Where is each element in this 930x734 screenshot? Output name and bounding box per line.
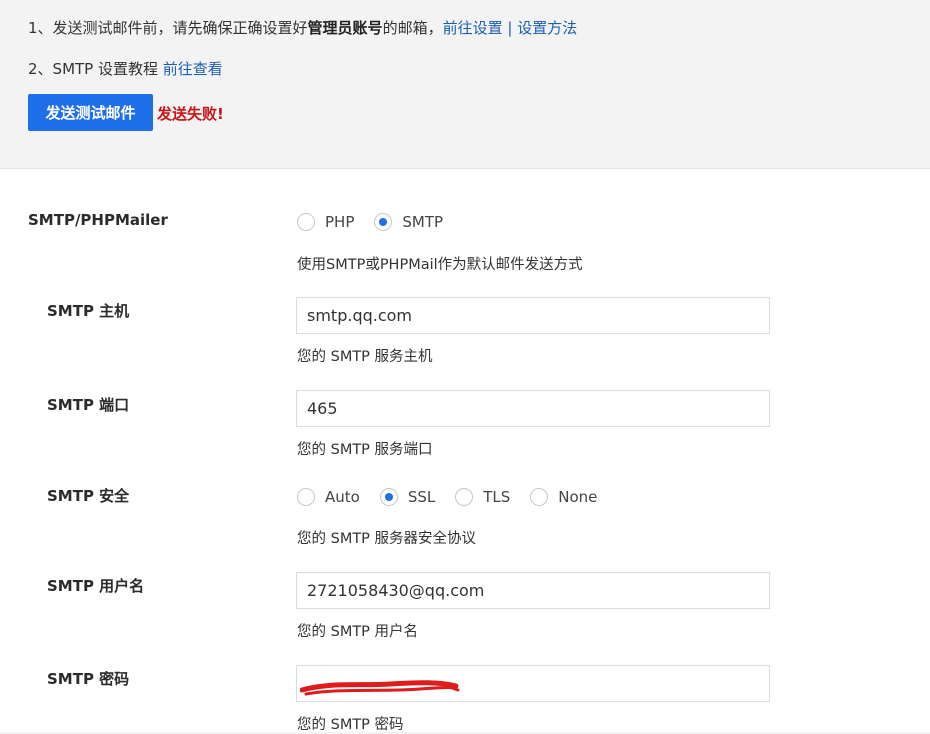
mailer-description: 使用SMTP或PHPMail作为默认邮件发送方式 [297, 257, 583, 273]
username-description: 您的 SMTP 用户名 [297, 624, 419, 640]
radio-none-label: None [558, 488, 598, 506]
radio-smtp-label: SMTP [402, 213, 444, 231]
note-line-1: 1、发送测试邮件前，请先确保正确设置好管理员账号的邮箱，前往设置 | 设置方法 [28, 17, 577, 38]
radio-tls-circle[interactable] [455, 488, 474, 506]
radio-php-circle[interactable] [297, 213, 315, 231]
port-input[interactable]: 465 [296, 390, 770, 427]
note-2-prefix: 2、SMTP 设置教程 [28, 60, 158, 78]
password-description: 您的 SMTP 密码 [297, 717, 404, 733]
note-1-bold: 管理员账号 [307, 19, 383, 37]
redaction-scribble [300, 680, 460, 696]
radio-auto[interactable]: Auto [297, 488, 360, 506]
note-1-suffix: 的邮箱， [382, 19, 443, 37]
send-test-email-button[interactable]: 发送测试邮件 [28, 94, 153, 131]
note-1-prefix: 1、发送测试邮件前，请先确保正确设置好 [28, 19, 308, 37]
radio-ssl-label: SSL [407, 488, 436, 506]
settings-method-link[interactable]: 设置方法 [517, 19, 577, 37]
mailer-label: SMTP/PHPMailer [28, 211, 168, 229]
radio-auto-label: Auto [325, 488, 360, 506]
username-input[interactable]: 2721058430@qq.com [296, 572, 770, 609]
host-label: SMTP 主机 [47, 302, 130, 320]
security-label: SMTP 安全 [47, 487, 130, 505]
radio-tls[interactable]: TLS [455, 488, 510, 506]
link-separator: | [507, 19, 513, 37]
radio-php[interactable]: PHP [297, 213, 354, 231]
view-tutorial-link[interactable]: 前往查看 [163, 60, 223, 78]
radio-php-label: PHP [325, 213, 355, 231]
security-description: 您的 SMTP 服务器安全协议 [297, 531, 477, 547]
security-radio-group: Auto SSL TLS None [297, 488, 617, 506]
goto-settings-link[interactable]: 前往设置 [443, 19, 503, 37]
mailer-radio-group: PHP SMTP [297, 213, 463, 231]
host-description: 您的 SMTP 服务主机 [297, 349, 433, 365]
password-label: SMTP 密码 [47, 670, 130, 688]
send-result-status: 发送失败! [157, 105, 224, 123]
port-description: 您的 SMTP 服务端口 [297, 442, 433, 458]
username-label: SMTP 用户名 [47, 577, 145, 595]
note-line-2: 2、SMTP 设置教程 前往查看 [28, 58, 223, 79]
port-label: SMTP 端口 [47, 396, 130, 414]
radio-none[interactable]: None [530, 488, 597, 506]
radio-tls-label: TLS [483, 488, 511, 506]
radio-smtp-circle[interactable] [374, 213, 393, 231]
radio-ssl[interactable]: SSL [379, 488, 436, 506]
radio-ssl-circle[interactable] [379, 488, 398, 506]
radio-none-circle[interactable] [530, 488, 549, 506]
radio-auto-circle[interactable] [297, 488, 315, 506]
host-input[interactable]: smtp.qq.com [296, 297, 770, 334]
radio-smtp[interactable]: SMTP [374, 213, 443, 231]
